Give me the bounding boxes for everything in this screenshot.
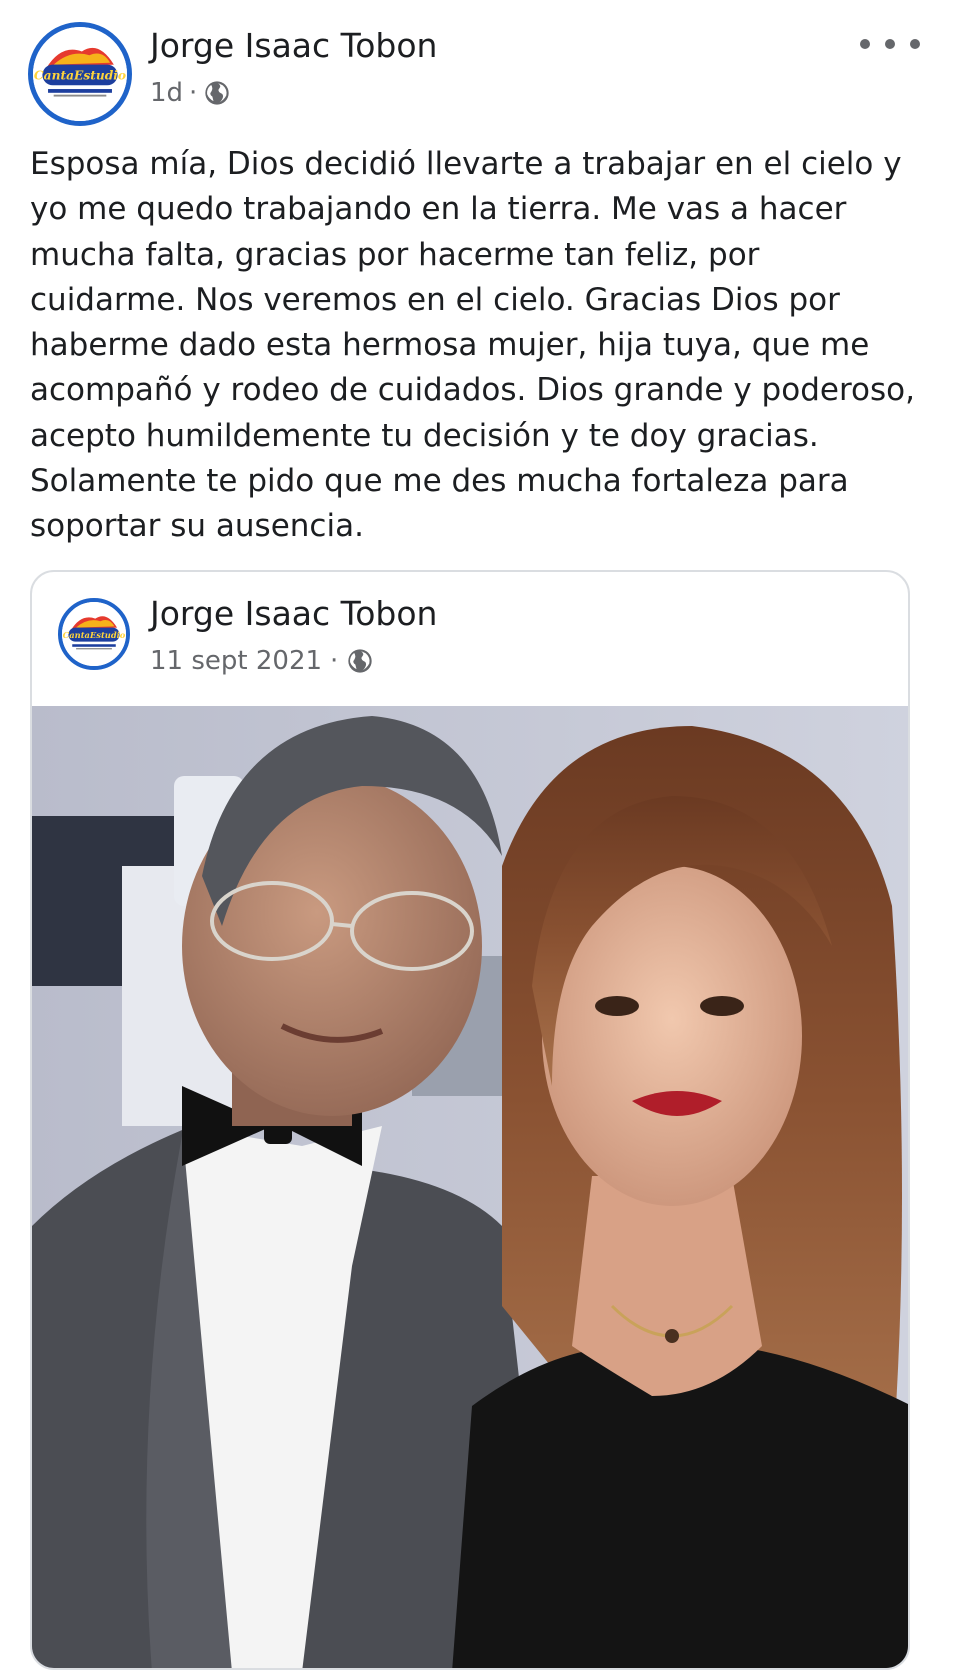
couple-photo (32, 706, 908, 1668)
shared-avatar[interactable]: CantaEstudio (58, 598, 130, 670)
post-header: CantaEstudio Jorge Isaac Tobon 1d · (0, 0, 960, 130)
logo-text: CantaEstudio (63, 630, 126, 640)
post-timestamp[interactable]: 1d (150, 78, 183, 108)
meta-separator: · (189, 78, 198, 108)
post-text: Esposa mía, Dios decidió llevarte a trab… (30, 146, 915, 545)
logo-text: CantaEstudio (34, 69, 126, 83)
shared-author-name[interactable]: Jorge Isaac Tobon (150, 594, 437, 633)
globe-icon[interactable] (346, 647, 374, 675)
post-photo[interactable] (32, 706, 908, 1668)
more-options-icon[interactable] (860, 30, 920, 58)
shared-post-card[interactable]: CantaEstudio Jorge Isaac Tobon 11 sept 2… (30, 570, 910, 1670)
globe-icon[interactable] (203, 79, 231, 107)
shared-date[interactable]: 11 sept 2021 (150, 646, 322, 676)
post-author-name[interactable]: Jorge Isaac Tobon (150, 26, 437, 65)
post-meta: 1d · (150, 78, 231, 108)
canta-estudio-logo: CantaEstudio (33, 27, 127, 121)
meta-separator: · (330, 646, 339, 676)
canta-estudio-logo: CantaEstudio (62, 602, 126, 666)
avatar[interactable]: CantaEstudio (28, 22, 132, 126)
shared-meta: 11 sept 2021 · (150, 646, 374, 676)
